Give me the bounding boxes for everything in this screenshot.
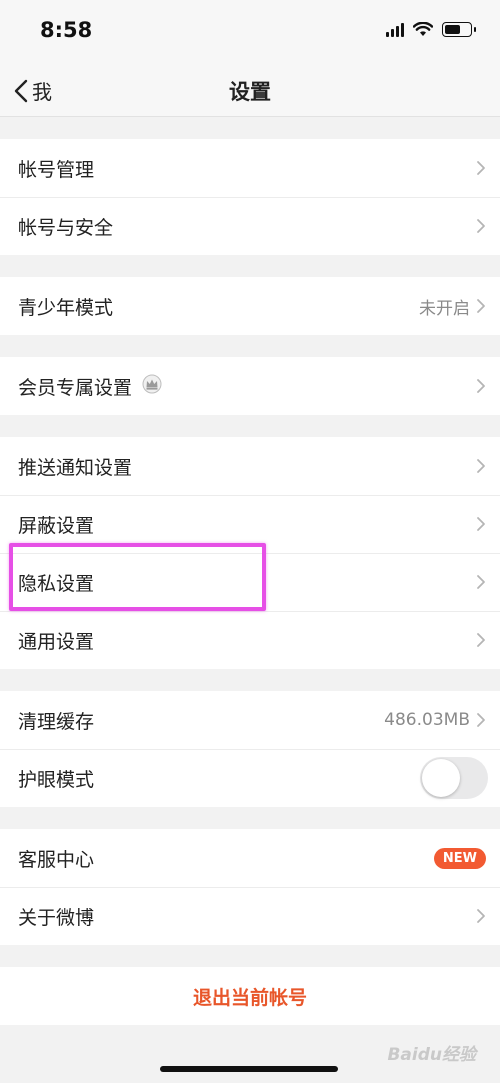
section-gap	[0, 415, 500, 437]
settings-row-label: 帐号管理	[18, 155, 476, 182]
row-label-text: 帐号与安全	[18, 216, 114, 239]
settings-row-about-weibo[interactable]: 关于微博	[0, 887, 500, 945]
settings-row-label: 关于微博	[18, 903, 476, 930]
chevron-right-icon	[477, 909, 485, 923]
toggle-knob	[422, 759, 460, 797]
row-label-text: 客服中心	[18, 848, 95, 871]
chevron-right-icon	[477, 713, 485, 727]
row-label-text: 隐私设置	[18, 572, 95, 595]
settings-row-label: 青少年模式	[18, 293, 419, 320]
logout-button[interactable]: 退出当前帐号	[0, 967, 500, 1025]
row-label-text: 清理缓存	[18, 710, 95, 733]
battery-icon	[442, 22, 476, 37]
settings-row-customer-service[interactable]: 客服中心 NEW	[0, 829, 500, 887]
row-label-text: 通用设置	[18, 630, 95, 653]
settings-row-block-settings[interactable]: 屏蔽设置	[0, 495, 500, 553]
settings-row-account-manage[interactable]: 帐号管理	[0, 139, 500, 197]
settings-row-label: 屏蔽设置	[18, 511, 476, 538]
settings-row-label: 护眼模式	[18, 765, 420, 792]
settings-row-privacy-settings[interactable]: 隐私设置	[0, 553, 500, 611]
section-gap	[0, 669, 500, 691]
cellular-signal-icon	[386, 22, 404, 37]
chevron-right-icon	[477, 219, 485, 233]
status-icons	[386, 22, 476, 37]
settings-row-clear-cache[interactable]: 清理缓存 486.03MB	[0, 691, 500, 749]
chevron-right-icon	[477, 161, 485, 175]
row-label-text: 护眼模式	[18, 768, 95, 791]
row-label-text: 屏蔽设置	[18, 514, 95, 537]
row-label-text: 推送通知设置	[18, 456, 133, 479]
new-badge: NEW	[433, 847, 486, 869]
section-gap	[0, 255, 500, 277]
section-gap	[0, 945, 500, 967]
row-label-text: 关于微博	[18, 906, 95, 929]
row-label-text: 会员专属设置	[18, 376, 133, 399]
home-indicator[interactable]	[160, 1066, 338, 1072]
settings-row-eye-care-mode[interactable]: 护眼模式	[0, 749, 500, 807]
settings-list: 帐号管理帐号与安全青少年模式 未开启会员专属设置 推送通知设置 屏蔽设置隐私设置通用设…	[0, 117, 500, 1025]
chevron-right-icon	[477, 517, 485, 531]
chevron-right-icon	[477, 379, 485, 393]
logout-label: 退出当前帐号	[192, 986, 307, 1009]
settings-row-label: 通用设置	[18, 627, 476, 654]
settings-row-label: 隐私设置	[18, 569, 476, 596]
status-time: 8:58	[40, 18, 93, 42]
watermark: Baidu经验	[387, 1045, 476, 1065]
row-label-text: 青少年模式	[18, 296, 114, 319]
row-value: 486.03MB	[384, 710, 470, 730]
settings-row-account-security[interactable]: 帐号与安全	[0, 197, 500, 255]
settings-row-label: 推送通知设置	[18, 453, 476, 480]
settings-row-label: 帐号与安全	[18, 213, 476, 240]
settings-row-push-settings[interactable]: 推送通知设置	[0, 437, 500, 495]
section-gap	[0, 117, 500, 139]
row-label-text: 帐号管理	[18, 158, 95, 181]
crown-icon	[142, 374, 162, 399]
settings-row-general-settings[interactable]: 通用设置	[0, 611, 500, 669]
page-title: 设置	[229, 80, 271, 104]
wifi-icon	[413, 22, 433, 36]
chevron-right-icon	[477, 575, 485, 589]
chevron-right-icon	[477, 633, 485, 647]
settings-row-teen-mode[interactable]: 青少年模式 未开启	[0, 277, 500, 335]
settings-row-label: 客服中心	[18, 845, 434, 872]
chevron-right-icon	[477, 459, 485, 473]
settings-row-label: 会员专属设置	[18, 373, 476, 400]
nav-bar: 我 设置	[0, 62, 500, 117]
status-bar: 8:58	[0, 0, 500, 62]
section-gap	[0, 335, 500, 357]
chevron-right-icon	[477, 299, 485, 313]
settings-row-vip-settings[interactable]: 会员专属设置	[0, 357, 500, 415]
row-value: 未开启	[419, 298, 470, 319]
section-gap	[0, 807, 500, 829]
settings-row-label: 清理缓存	[18, 707, 384, 734]
eye-care-toggle[interactable]	[420, 757, 488, 799]
